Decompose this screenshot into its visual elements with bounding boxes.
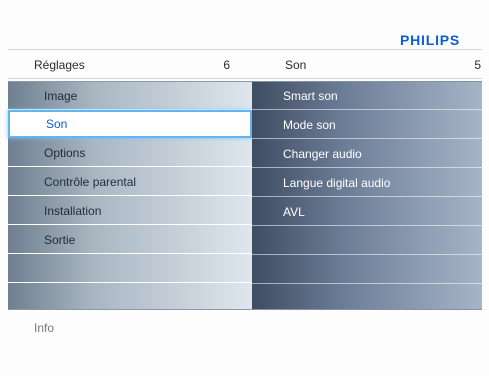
menu-item-installation[interactable]: Installation	[8, 197, 252, 225]
submenu-item-label: Langue digital audio	[283, 175, 391, 190]
header-bottom-divider	[8, 78, 482, 79]
menu-item-parental-control[interactable]: Contrôle parental	[8, 168, 252, 196]
submenu-item-label: Mode son	[283, 117, 336, 132]
submenu-item-empty	[252, 227, 482, 255]
settings-menu-panel: Image Son Options Contrôle parental Inst…	[8, 81, 252, 312]
submenu-item-empty	[252, 285, 482, 313]
left-menu-header: Réglages 6	[34, 58, 230, 76]
right-menu-count: 5	[474, 58, 481, 72]
menu-item-label: Contrôle parental	[44, 174, 137, 189]
right-menu-title: Son	[285, 58, 307, 72]
menu-item-label: Sortie	[44, 232, 76, 247]
menu-item-label: Image	[44, 88, 78, 103]
menu-item-label: Installation	[44, 203, 102, 218]
left-menu-title: Réglages	[34, 58, 85, 72]
submenu-item-label: AVL	[283, 204, 305, 219]
tv-osd-screen: PHILIPS Réglages 6 Son 5 Image Son Optio…	[0, 0, 489, 376]
submenu-item-empty	[252, 256, 482, 284]
submenu-item-digital-audio-language[interactable]: Langue digital audio	[252, 169, 482, 197]
menu-item-label: Options	[44, 145, 86, 160]
submenu-item-sound-mode[interactable]: Mode son	[252, 111, 482, 139]
header-top-divider	[8, 49, 482, 50]
submenu-item-avl[interactable]: AVL	[252, 198, 482, 226]
info-label: Info	[34, 321, 55, 335]
menu-item-options[interactable]: Options	[8, 139, 252, 167]
menu-item-label: Son	[46, 117, 68, 131]
menu-item-empty	[8, 255, 252, 283]
submenu-item-label: Smart son	[283, 88, 338, 103]
left-menu-count: 6	[223, 58, 230, 72]
menu-item-empty	[8, 284, 252, 312]
submenu-item-smart-sound[interactable]: Smart son	[252, 82, 482, 110]
sound-submenu-panel: Smart son Mode son Changer audio Langue …	[252, 81, 482, 310]
submenu-item-change-audio[interactable]: Changer audio	[252, 140, 482, 168]
submenu-item-label: Changer audio	[283, 146, 362, 161]
philips-logo: PHILIPS	[400, 32, 461, 48]
right-menu-header: Son 5	[285, 58, 481, 76]
menu-item-exit[interactable]: Sortie	[8, 226, 252, 254]
menu-item-son-selected[interactable]: Son	[8, 110, 252, 138]
menu-item-image[interactable]: Image	[8, 82, 252, 110]
